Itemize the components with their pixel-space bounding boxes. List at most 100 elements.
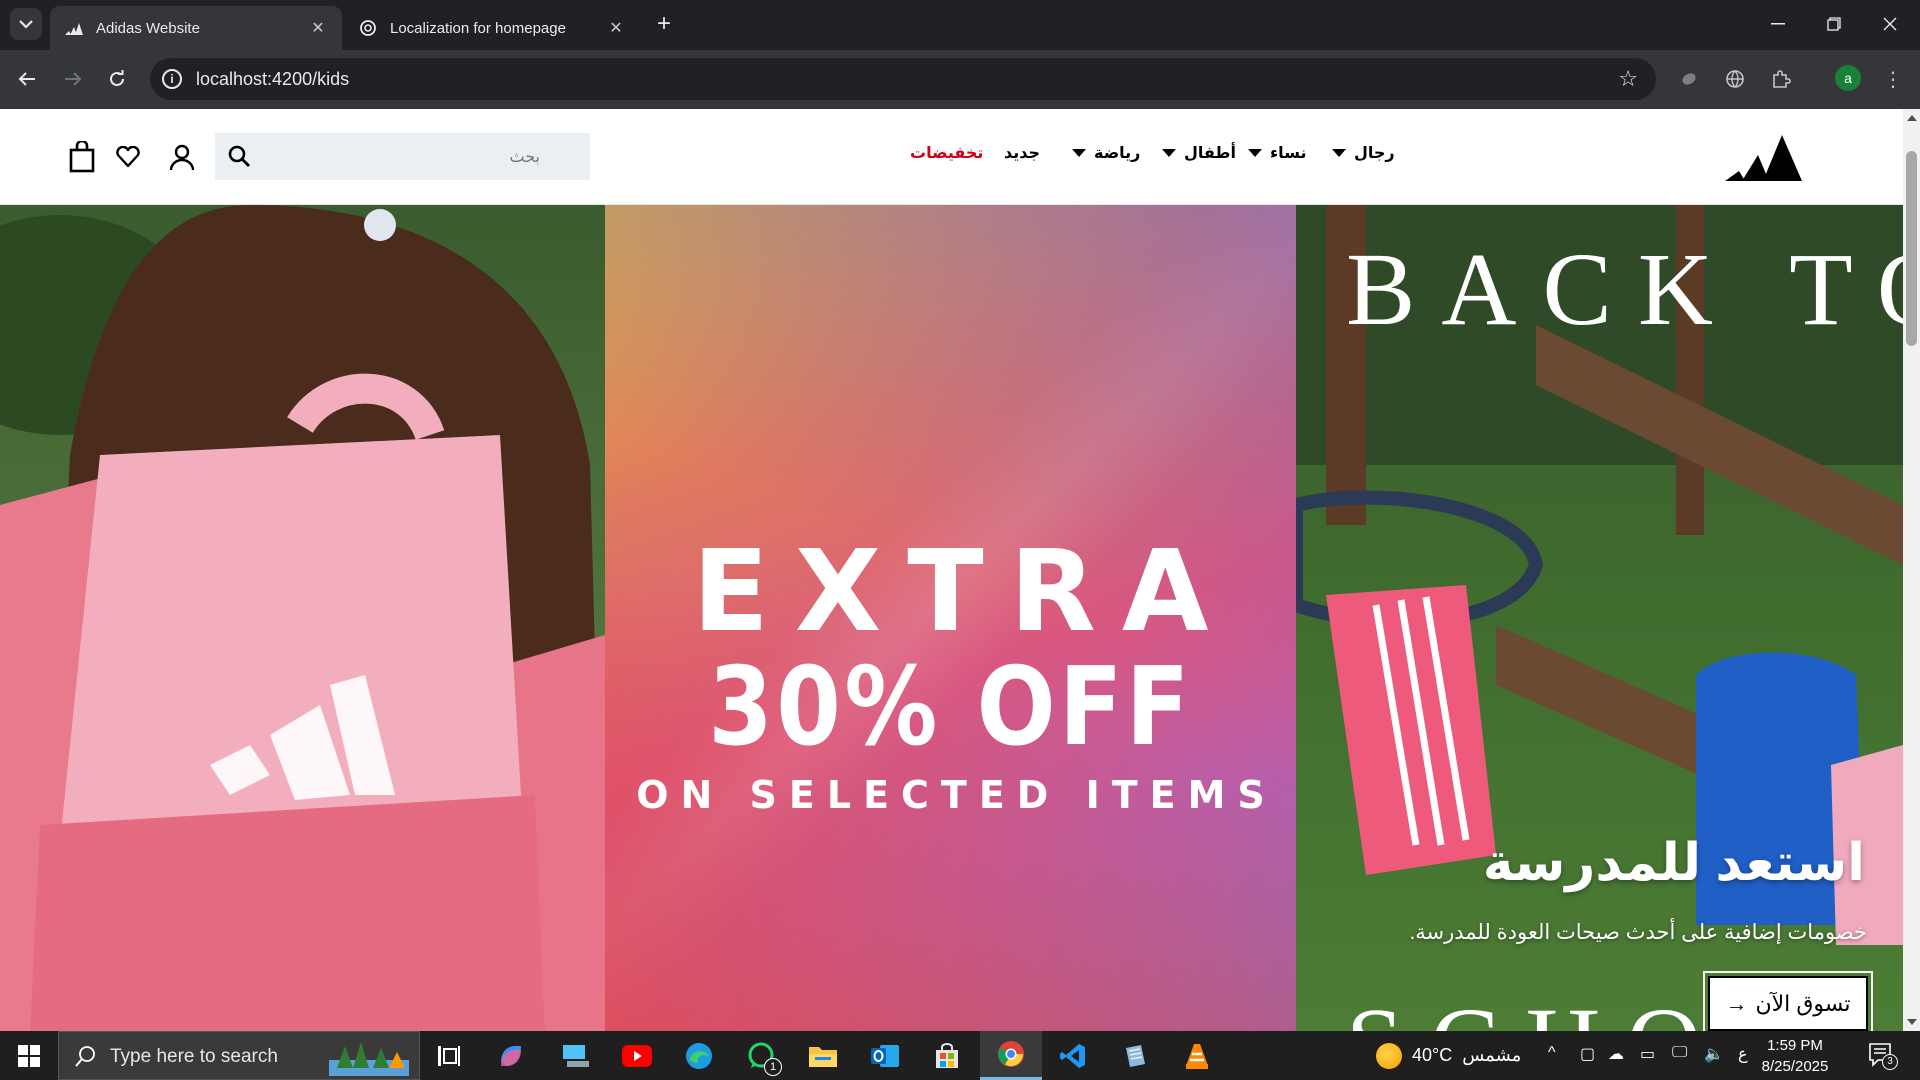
- sun-icon: [1376, 1042, 1402, 1069]
- caret-down-icon: [1162, 149, 1176, 157]
- taskbar-vscode[interactable]: [1044, 1031, 1102, 1080]
- wishlist-heart-icon[interactable]: [110, 139, 146, 175]
- meet-now-icon[interactable]: ▢: [1580, 1044, 1595, 1064]
- new-tab-button[interactable]: +: [650, 10, 678, 38]
- caret-down-icon: [1248, 149, 1262, 157]
- taskbar-app-computer[interactable]: [546, 1031, 604, 1080]
- onedrive-cloud-icon[interactable]: ☁: [1608, 1044, 1624, 1064]
- restore-window-button[interactable]: [1806, 0, 1862, 48]
- back-to-school-subtext: خصومات إضافية على أحدث صيحات العودة للمد…: [1409, 921, 1867, 944]
- tab-localization[interactable]: Localization for homepage ✕: [344, 6, 640, 50]
- url-text[interactable]: localhost:4200/kids: [196, 69, 349, 90]
- nav-item-sports[interactable]: رياضة: [1072, 143, 1140, 163]
- address-bar[interactable]: i localhost:4200/kids ☆: [150, 58, 1656, 100]
- more-menu-icon[interactable]: ⋮: [1878, 64, 1908, 94]
- nav-item-sale[interactable]: تخفيضات: [910, 143, 983, 163]
- task-view-icon: [438, 1045, 460, 1066]
- hero-panel-kids-backpack[interactable]: [0, 205, 605, 1031]
- minimize-window-button[interactable]: [1750, 0, 1806, 48]
- vscode-icon: [1060, 1043, 1085, 1068]
- caret-down-icon: [1072, 149, 1086, 157]
- arrow-left-icon: [18, 72, 35, 86]
- arrow-right-icon: [65, 72, 82, 86]
- caret-down-icon: [1332, 149, 1346, 157]
- task-view-button[interactable]: [420, 1031, 478, 1080]
- browser-toolbar: i localhost:4200/kids ☆ a ⋮: [0, 50, 1920, 109]
- close-tab-icon[interactable]: ✕: [606, 18, 626, 38]
- account-user-icon[interactable]: [164, 139, 200, 175]
- extension-icon[interactable]: [1674, 64, 1704, 94]
- hero-panel-back-to-school[interactable]: BACK TO استعد للمدرسة خصومات إضافية على …: [1296, 205, 1903, 1031]
- scroll-down-arrow-icon[interactable]: [1907, 1019, 1917, 1025]
- site-search-input[interactable]: بحث: [215, 133, 590, 180]
- site-header: بحث رجال نساء أطفال رياضة جديد تخفيضات: [0, 109, 1903, 205]
- notification-center-button[interactable]: 3: [1868, 1042, 1898, 1073]
- tab-search-button[interactable]: [10, 8, 42, 40]
- nav-item-women[interactable]: نساء: [1248, 143, 1306, 163]
- notes-icon: [1126, 1044, 1145, 1067]
- show-hidden-icons-chevron-icon[interactable]: ^: [1548, 1044, 1556, 1062]
- taskbar-copilot[interactable]: [482, 1031, 540, 1080]
- taskbar-notes-app[interactable]: [1106, 1031, 1164, 1080]
- taskbar-youtube[interactable]: [608, 1031, 666, 1080]
- youtube-icon: [622, 1044, 652, 1067]
- shop-now-button[interactable]: تسوق الآن →: [1703, 971, 1873, 1031]
- weather-widget[interactable]: 40°C مشمس: [1376, 1031, 1521, 1080]
- back-to-school-title: BACK TO: [1346, 232, 1903, 347]
- taskbar-chrome[interactable]: [980, 1031, 1042, 1080]
- close-window-button[interactable]: [1862, 0, 1918, 48]
- profile-avatar[interactable]: a: [1835, 65, 1861, 91]
- page-scrollbar[interactable]: [1903, 109, 1920, 1031]
- taskbar-vlc[interactable]: [1168, 1031, 1226, 1080]
- search-icon[interactable]: [227, 144, 251, 168]
- windows-logo-icon: [18, 1044, 40, 1067]
- scroll-up-arrow-icon[interactable]: [1907, 115, 1917, 121]
- tab-title: Localization for homepage: [390, 19, 566, 37]
- adidas-logo[interactable]: [1725, 133, 1803, 186]
- taskbar-edge[interactable]: [670, 1031, 728, 1080]
- taskbar-microsoft-store[interactable]: [918, 1031, 976, 1080]
- taskbar-clock[interactable]: 1:59 PM 8/25/2025: [1755, 1035, 1835, 1077]
- cart-bag-icon[interactable]: [64, 139, 100, 175]
- edge-icon: [686, 1042, 712, 1069]
- search-highlight-illustration-icon: [329, 1042, 409, 1076]
- vlc-icon: [1186, 1043, 1208, 1069]
- taskbar-search-placeholder: Type here to search: [110, 1046, 278, 1067]
- site-info-icon[interactable]: i: [162, 69, 182, 89]
- volume-icon[interactable]: 🔈: [1704, 1044, 1724, 1064]
- bookmark-star-icon[interactable]: ☆: [1618, 66, 1638, 92]
- start-button[interactable]: [0, 1031, 58, 1080]
- clock-date: 8/25/2025: [1761, 1058, 1829, 1075]
- extensions-puzzle-icon[interactable]: [1766, 64, 1796, 94]
- nav-label: تخفيضات: [910, 145, 984, 162]
- close-tab-icon[interactable]: ✕: [308, 18, 328, 38]
- whatsapp-badge: 1: [764, 1058, 782, 1076]
- reload-icon: [110, 70, 124, 86]
- tab-adidas-website[interactable]: Adidas Website ✕: [50, 6, 342, 50]
- taskbar-file-explorer[interactable]: [794, 1031, 852, 1080]
- weather-description: مشمس: [1462, 1045, 1522, 1065]
- chrome-icon: [998, 1041, 1024, 1067]
- folder-icon: [809, 1046, 837, 1067]
- forward-button[interactable]: [56, 62, 90, 96]
- taskbar-outlook[interactable]: [856, 1031, 914, 1080]
- outlook-icon: [871, 1044, 899, 1067]
- taskbar-search-box[interactable]: Type here to search: [58, 1031, 420, 1080]
- nav-label: أطفال: [1184, 145, 1236, 162]
- windows-taskbar: Type here to search 1 40°C مشمس ^ ▢ ☁ ▭ …: [0, 1031, 1920, 1080]
- reload-button[interactable]: [100, 62, 134, 96]
- nav-item-kids[interactable]: أطفال: [1162, 143, 1236, 163]
- globe-icon[interactable]: [1720, 64, 1750, 94]
- nav-item-new[interactable]: جديد: [1004, 143, 1040, 163]
- battery-icon[interactable]: ▭: [1640, 1044, 1655, 1064]
- close-icon: [1883, 17, 1897, 31]
- promo-subline: ON SELECTED ITEMS: [636, 773, 1277, 817]
- network-icon[interactable]: 🖵: [1672, 1044, 1687, 1062]
- nav-item-men[interactable]: رجال: [1332, 143, 1395, 163]
- taskbar-whatsapp[interactable]: 1: [732, 1031, 790, 1080]
- input-language-indicator[interactable]: ع: [1738, 1044, 1748, 1064]
- back-button[interactable]: [10, 62, 44, 96]
- scrollbar-thumb[interactable]: [1906, 151, 1917, 346]
- hero-panel-promo[interactable]: EXTRA 30% OFF ON SELECTED ITEMS: [605, 205, 1296, 1031]
- promo-headline: EXTRA: [692, 527, 1235, 657]
